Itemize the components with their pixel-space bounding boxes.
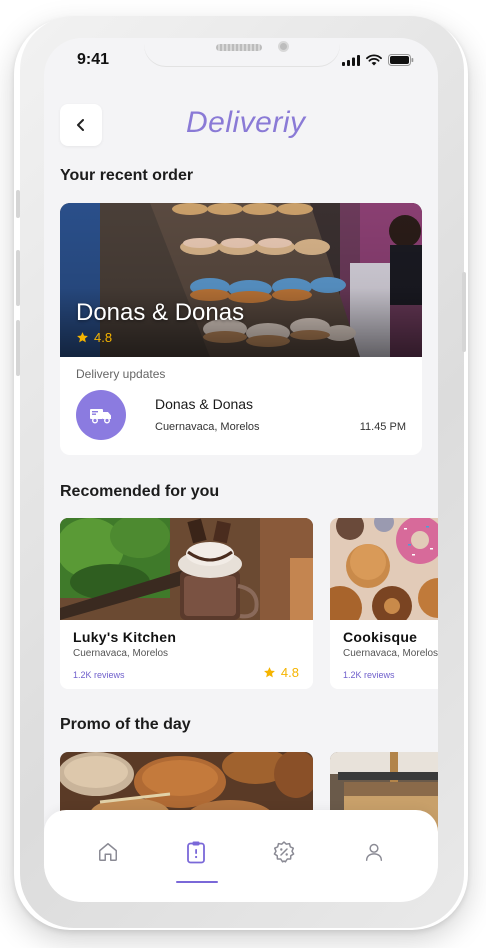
update-location: Cuernavaca, Morelos (155, 421, 260, 433)
discount-badge-icon (273, 841, 295, 863)
front-camera (278, 41, 289, 52)
mute-switch (16, 190, 20, 218)
notch (144, 38, 340, 66)
tab-promos[interactable] (264, 832, 304, 872)
recommended-rating: 4.8 (263, 665, 299, 680)
recommended-title: Recomended for you (60, 483, 220, 500)
signal-icon (342, 54, 360, 66)
wifi-icon (366, 54, 382, 66)
recommended-rating-value: 4.8 (280, 665, 299, 680)
bottom-tab-bar (44, 810, 438, 902)
recommended-reviews-link[interactable]: 1.2K reviews (343, 670, 395, 680)
tab-orders[interactable] (176, 832, 216, 872)
star-icon (264, 667, 275, 678)
recommended-reviews-link[interactable]: 1.2K reviews (73, 670, 125, 680)
rating-value: 4.8 (94, 330, 113, 345)
chevron-left-icon (77, 119, 84, 131)
cookies-photo (330, 518, 438, 620)
tab-home[interactable] (88, 832, 128, 872)
recommended-name: Luky's Kitchen (73, 629, 177, 645)
app-brand-title: Deliveriy (186, 106, 306, 139)
star-icon (77, 332, 88, 343)
status-icons (342, 54, 414, 66)
delivery-status-badge (76, 390, 126, 440)
truck-icon (90, 409, 111, 424)
delivery-updates-label: Delivery updates (76, 367, 166, 381)
recommended-card[interactable]: Cookisque Cuernavaca, Morelos 1.2K revie… (330, 518, 438, 689)
recent-order-card[interactable]: Donas & Donas 4.8 Delivery updates Donas… (60, 203, 422, 455)
recent-order-title: Your recent order (60, 167, 194, 184)
speaker-grille (216, 44, 262, 51)
profile-icon (365, 843, 383, 861)
orders-clipboard-icon (187, 841, 205, 864)
update-restaurant-name: Donas & Donas (155, 396, 254, 412)
recommended-location: Cuernavaca, Morelos (73, 648, 169, 659)
recommended-location: Cuernavaca, Morelos (343, 648, 438, 659)
battery-icon (388, 54, 414, 66)
home-icon (99, 843, 117, 861)
recommended-name: Cookisque (343, 629, 418, 645)
recommended-card[interactable]: Luky's Kitchen Cuernavaca, Morelos 1.2K … (60, 518, 313, 689)
restaurant-rating: 4.8 (76, 330, 112, 345)
power-button (462, 272, 466, 352)
restaurant-name: Donas & Donas (76, 299, 245, 326)
app-screen: 9:41 Deliveriy Your recent order Donas &… (44, 38, 438, 902)
volume-down-button (16, 320, 20, 376)
back-button[interactable] (60, 104, 102, 146)
update-time: 11.45 PM (359, 421, 406, 433)
milkshake-photo (60, 518, 313, 620)
donut-shop-photo: Donas & Donas 4.8 (60, 203, 422, 357)
volume-up-button (16, 250, 20, 306)
promo-title: Promo of the day (60, 716, 191, 733)
tab-profile[interactable] (354, 832, 394, 872)
status-time: 9:41 (77, 51, 110, 68)
active-tab-indicator (176, 881, 218, 883)
